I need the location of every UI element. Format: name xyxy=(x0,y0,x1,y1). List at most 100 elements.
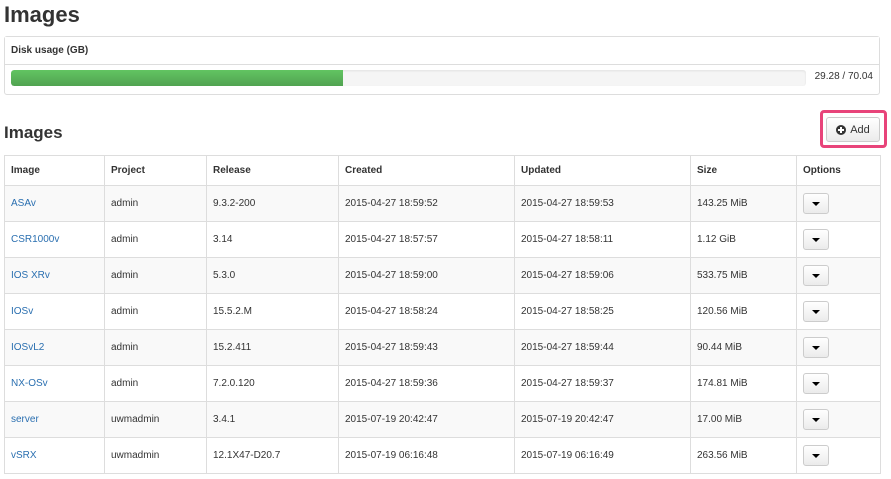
size-cell: 120.56 MiB xyxy=(690,293,797,330)
column-header-created: Created xyxy=(338,155,515,186)
options-dropdown-button[interactable] xyxy=(803,409,829,430)
column-header-image: Image xyxy=(4,155,105,186)
table-header-row: Image Project Release Created Updated Si… xyxy=(4,155,881,186)
project-cell: admin xyxy=(104,185,207,222)
caret-down-icon xyxy=(812,381,820,386)
options-cell xyxy=(796,257,881,294)
options-dropdown-button[interactable] xyxy=(803,301,829,322)
page-title: Images xyxy=(4,2,80,27)
image-link[interactable]: CSR1000v xyxy=(11,234,59,245)
updated-cell: 2015-04-27 18:59:37 xyxy=(514,365,691,402)
image-name-cell: NX-OSv xyxy=(4,365,105,402)
updated-cell: 2015-04-27 18:58:11 xyxy=(514,221,691,258)
release-cell: 3.14 xyxy=(206,221,339,258)
image-link[interactable]: ASAv xyxy=(11,198,36,209)
project-cell: admin xyxy=(104,257,207,294)
column-header-release: Release xyxy=(206,155,339,186)
table-row: server uwmadmin 3.4.1 2015-07-19 20:42:47 20… xyxy=(4,401,881,438)
updated-cell: 2015-07-19 06:16:49 xyxy=(514,437,691,474)
caret-down-icon xyxy=(812,345,820,350)
created-cell: 2015-04-27 18:57:57 xyxy=(338,221,515,258)
updated-cell: 2015-04-27 18:59:44 xyxy=(514,329,691,366)
image-link[interactable]: IOS XRv xyxy=(11,270,50,281)
options-dropdown-button[interactable] xyxy=(803,229,829,250)
options-cell xyxy=(796,437,881,474)
project-cell: uwmadmin xyxy=(104,437,207,474)
table-row: IOSvL2 admin 15.2.411 2015-04-27 18:59:43 20… xyxy=(4,329,881,366)
image-link[interactable]: vSRX xyxy=(11,450,37,461)
image-name-cell: IOS XRv xyxy=(4,257,105,294)
size-cell: 90.44 MiB xyxy=(690,329,797,366)
size-cell: 263.56 MiB xyxy=(690,437,797,474)
created-cell: 2015-07-19 06:16:48 xyxy=(338,437,515,474)
options-cell xyxy=(796,293,881,330)
image-link[interactable]: NX-OSv xyxy=(11,378,48,389)
column-header-options: Options xyxy=(796,155,881,186)
project-cell: admin xyxy=(104,329,207,366)
disk-usage-panel: Disk usage (GB) 29.28 / 70.04 xyxy=(4,36,880,95)
image-name-cell: IOSv xyxy=(4,293,105,330)
options-dropdown-button[interactable] xyxy=(803,445,829,466)
table-row: vSRX uwmadmin 12.1X47-D20.7 2015-07-19 06:1… xyxy=(4,437,881,474)
options-dropdown-button[interactable] xyxy=(803,193,829,214)
table-row: NX-OSv admin 7.2.0.120 2015-04-27 18:59:36 2… xyxy=(4,365,881,402)
created-cell: 2015-04-27 18:59:00 xyxy=(338,257,515,294)
image-link[interactable]: server xyxy=(11,414,39,425)
options-cell xyxy=(796,365,881,402)
size-cell: 174.81 MiB xyxy=(690,365,797,402)
image-name-cell: vSRX xyxy=(4,437,105,474)
updated-cell: 2015-04-27 18:59:06 xyxy=(514,257,691,294)
options-cell xyxy=(796,401,881,438)
image-name-cell: ASAv xyxy=(4,185,105,222)
options-cell xyxy=(796,221,881,258)
created-cell: 2015-04-27 18:59:43 xyxy=(338,329,515,366)
release-cell: 7.2.0.120 xyxy=(206,365,339,402)
image-name-cell: CSR1000v xyxy=(4,221,105,258)
column-header-size: Size xyxy=(690,155,797,186)
caret-down-icon xyxy=(812,237,820,242)
table-row: IOS XRv admin 5.3.0 2015-04-27 18:59:00 2015… xyxy=(4,257,881,294)
caret-down-icon xyxy=(812,453,820,458)
project-cell: admin xyxy=(104,221,207,258)
size-cell: 143.25 MiB xyxy=(690,185,797,222)
column-header-project: Project xyxy=(104,155,207,186)
size-cell: 17.00 MiB xyxy=(690,401,797,438)
updated-cell: 2015-07-19 20:42:47 xyxy=(514,401,691,438)
release-cell: 15.5.2.M xyxy=(206,293,339,330)
caret-down-icon xyxy=(812,201,820,206)
caret-down-icon xyxy=(812,273,820,278)
options-dropdown-button[interactable] xyxy=(803,337,829,358)
options-dropdown-button[interactable] xyxy=(803,265,829,286)
project-cell: admin xyxy=(104,293,207,330)
disk-usage-progress-bar xyxy=(11,70,806,86)
release-cell: 3.4.1 xyxy=(206,401,339,438)
image-link[interactable]: IOSvL2 xyxy=(11,342,44,353)
release-cell: 9.3.2-200 xyxy=(206,185,339,222)
created-cell: 2015-04-27 18:59:52 xyxy=(338,185,515,222)
options-dropdown-button[interactable] xyxy=(803,373,829,394)
disk-usage-body: 29.28 / 70.04 xyxy=(5,65,879,95)
disk-usage-heading: Disk usage (GB) xyxy=(5,37,879,65)
release-cell: 5.3.0 xyxy=(206,257,339,294)
created-cell: 2015-04-27 18:59:36 xyxy=(338,365,515,402)
disk-usage-progress-fill xyxy=(11,70,344,86)
image-link[interactable]: IOSv xyxy=(11,306,33,317)
project-cell: uwmadmin xyxy=(104,401,207,438)
add-button-label: Add xyxy=(850,123,870,136)
table-row: IOSv admin 15.5.2.M 2015-04-27 18:58:24 2015… xyxy=(4,293,881,330)
images-table: Image Project Release Created Updated Si… xyxy=(4,155,881,474)
size-cell: 1.12 GiB xyxy=(690,221,797,258)
disk-usage-value: 29.28 / 70.04 xyxy=(814,71,873,82)
images-section-title: Images xyxy=(4,123,63,142)
caret-down-icon xyxy=(812,417,820,422)
caret-down-icon xyxy=(812,309,820,314)
updated-cell: 2015-04-27 18:58:25 xyxy=(514,293,691,330)
size-cell: 533.75 MiB xyxy=(690,257,797,294)
created-cell: 2015-07-19 20:42:47 xyxy=(338,401,515,438)
image-name-cell: server xyxy=(4,401,105,438)
add-image-button[interactable]: Add xyxy=(826,117,880,142)
updated-cell: 2015-04-27 18:59:53 xyxy=(514,185,691,222)
options-cell xyxy=(796,185,881,222)
plus-circle-icon xyxy=(836,124,847,135)
options-cell xyxy=(796,329,881,366)
